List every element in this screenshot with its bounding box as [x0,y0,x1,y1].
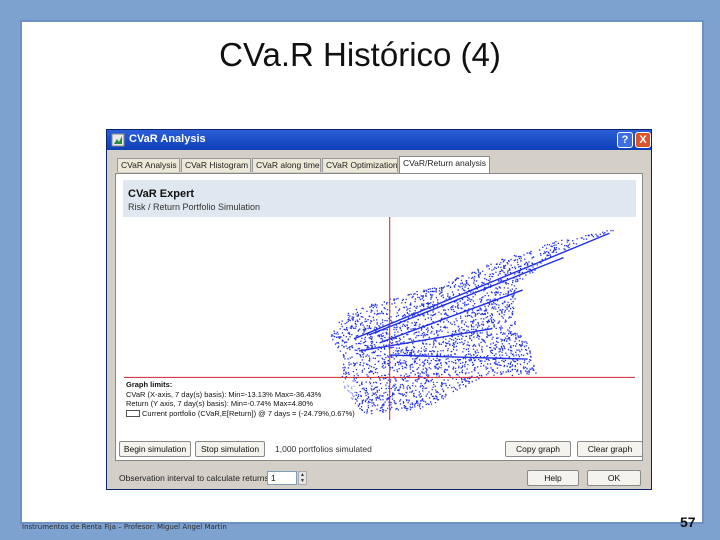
app-icon [111,133,125,147]
copy-graph-button[interactable]: Copy graph [505,441,571,457]
help-title-button[interactable]: ? [617,132,633,148]
scatter-streak-0 [353,232,610,340]
tab-cvar-along-time[interactable]: CVaR along time [252,158,321,172]
clear-graph-button[interactable]: Clear graph [577,441,643,457]
current-portfolio-swatch [126,410,140,418]
close-window-button[interactable]: X [635,132,651,148]
graph-limits-box: Graph limits: CVaR (X-axis, 7 day(s) bas… [126,380,355,418]
portfolio-point-cloud [330,229,614,415]
current-portfolio-row: Current portfolio (CVaR,E[Return]) @ 7 d… [126,409,355,419]
help-button[interactable]: Help [527,470,579,486]
simulation-status: 1,000 portfolios simulated [275,444,372,454]
tab-cvar-return-analysis[interactable]: CVaR/Return analysis [399,156,490,173]
panel-header-subtitle: Risk / Return Portfolio Simulation [128,202,261,212]
window-title: CVaR Analysis [129,133,206,145]
spin-down-icon[interactable]: ▼ [299,478,306,484]
tab-cvar-analysis[interactable]: CVaR Analysis [117,158,180,172]
panel-header-title: CVaR Expert [128,188,195,200]
graph-limits-y: Return (Y axis, 7 day(s) basis): Min=-0.… [126,399,314,408]
graph-limits-heading: Graph limits: [126,380,173,389]
tab-cvar-histogram[interactable]: CVaR Histogram [181,158,251,172]
interval-label: Observation interval to calculate return… [119,473,272,483]
graph-limits-x: CVaR (X-axis, 7 day(s) basis): Min=-13.1… [126,389,322,399]
interval-input[interactable]: 1 [267,471,297,485]
slide-title: CVa.R Histórico (4) [219,36,501,73]
return-analysis-panel: CVaR Expert Risk / Return Portfolio Simu… [115,173,643,461]
page-number: 57 [680,514,696,530]
tab-cvar-optimization[interactable]: CVaR Optimization [322,158,398,172]
cvar-analysis-window: CVaR Analysis ? X CVaR Analysis CVaR His… [106,129,652,490]
interval-spinner[interactable]: ▲ ▼ [298,471,307,485]
slide-footer: Instrumentos de Renta Fija – Profesor: M… [22,523,227,531]
stop-simulation-button[interactable]: Stop simulation [195,441,265,457]
window-titlebar[interactable]: CVaR Analysis ? X [107,130,651,150]
ok-button[interactable]: OK [587,470,641,486]
current-portfolio-text: Current portfolio (CVaR,E[Return]) @ 7 d… [142,408,355,418]
begin-simulation-button[interactable]: Begin simulation [119,441,191,457]
scatter-streak-1 [369,256,564,336]
